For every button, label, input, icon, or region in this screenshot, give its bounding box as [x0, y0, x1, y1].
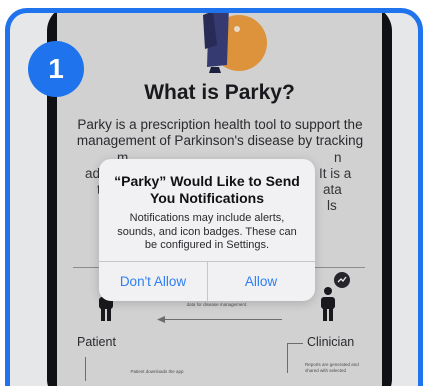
allow-button[interactable]: Allow [207, 262, 315, 301]
tutorial-card: 1 What is Parky? Parky is a prescription… [5, 8, 423, 386]
alert-message-line: Notifications may include alerts, [129, 212, 285, 224]
alert-title-line: You Notifications [149, 190, 265, 206]
alert-message-line: sounds, and icon badges. These can [117, 225, 297, 238]
dont-allow-button[interactable]: Don't Allow [99, 262, 207, 301]
step-badge: 1 [28, 41, 84, 97]
alert-message-line: be configured in Settings. [144, 239, 270, 251]
alert-title: “Parky” Would Like to Send You Notificat… [99, 173, 315, 207]
alert-title-line: “Parky” Would Like to Send [114, 173, 300, 189]
alert-message: Notifications may include alerts, sounds… [99, 212, 315, 253]
notification-permission-alert: “Parky” Would Like to Send You Notificat… [99, 159, 315, 301]
